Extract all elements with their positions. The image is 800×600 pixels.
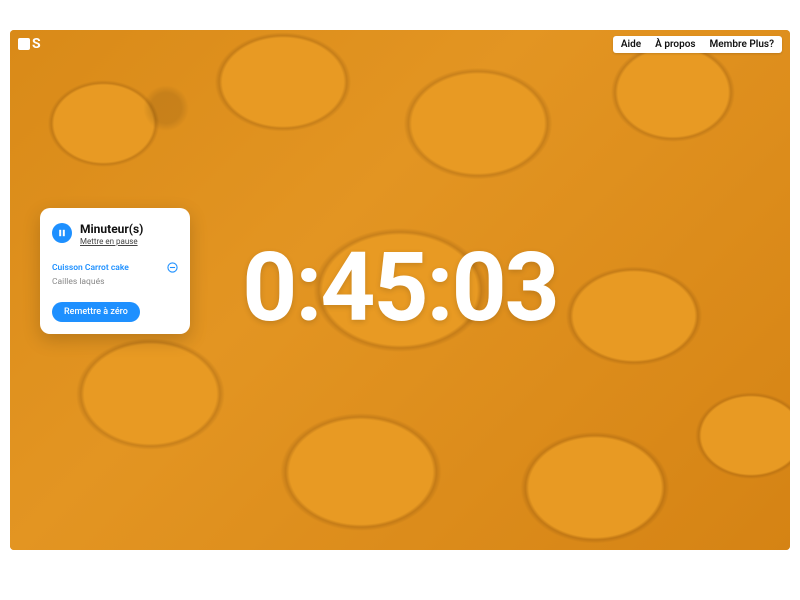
pause-all-link[interactable]: Mettre en pause [80,237,143,246]
logo-letter: S [32,36,41,52]
nav-about-link[interactable]: À propos [655,39,695,50]
pause-button[interactable] [52,223,72,243]
timer-row-inactive[interactable]: Cailles laqués [52,275,178,289]
app-stage: S Aide À propos Membre Plus? 0:45:03 Min… [10,30,790,550]
card-title: Minuteur(s) [80,222,143,236]
nav-member-link[interactable]: Membre Plus? [710,39,774,50]
pause-icon [58,229,66,237]
timer-label: Cailles laqués [52,277,104,287]
timer-list: Cuisson Carrot cake Cailles laqués [52,260,178,289]
card-header: Minuteur(s) Mettre en pause [52,222,178,246]
main-timer-display: 0:45:03 [242,240,557,336]
reset-button[interactable]: Remettre à zéro [52,302,140,322]
timer-row-active[interactable]: Cuisson Carrot cake [52,260,178,275]
timer-card: Minuteur(s) Mettre en pause Cuisson Carr… [40,208,190,334]
nav-help-link[interactable]: Aide [621,39,641,50]
remove-timer-button[interactable] [167,262,178,273]
minus-circle-icon [167,262,178,273]
timer-label: Cuisson Carrot cake [52,263,129,273]
brand-logo[interactable]: S [18,36,41,52]
top-nav: Aide À propos Membre Plus? [613,36,782,53]
logo-square-icon [18,38,30,50]
